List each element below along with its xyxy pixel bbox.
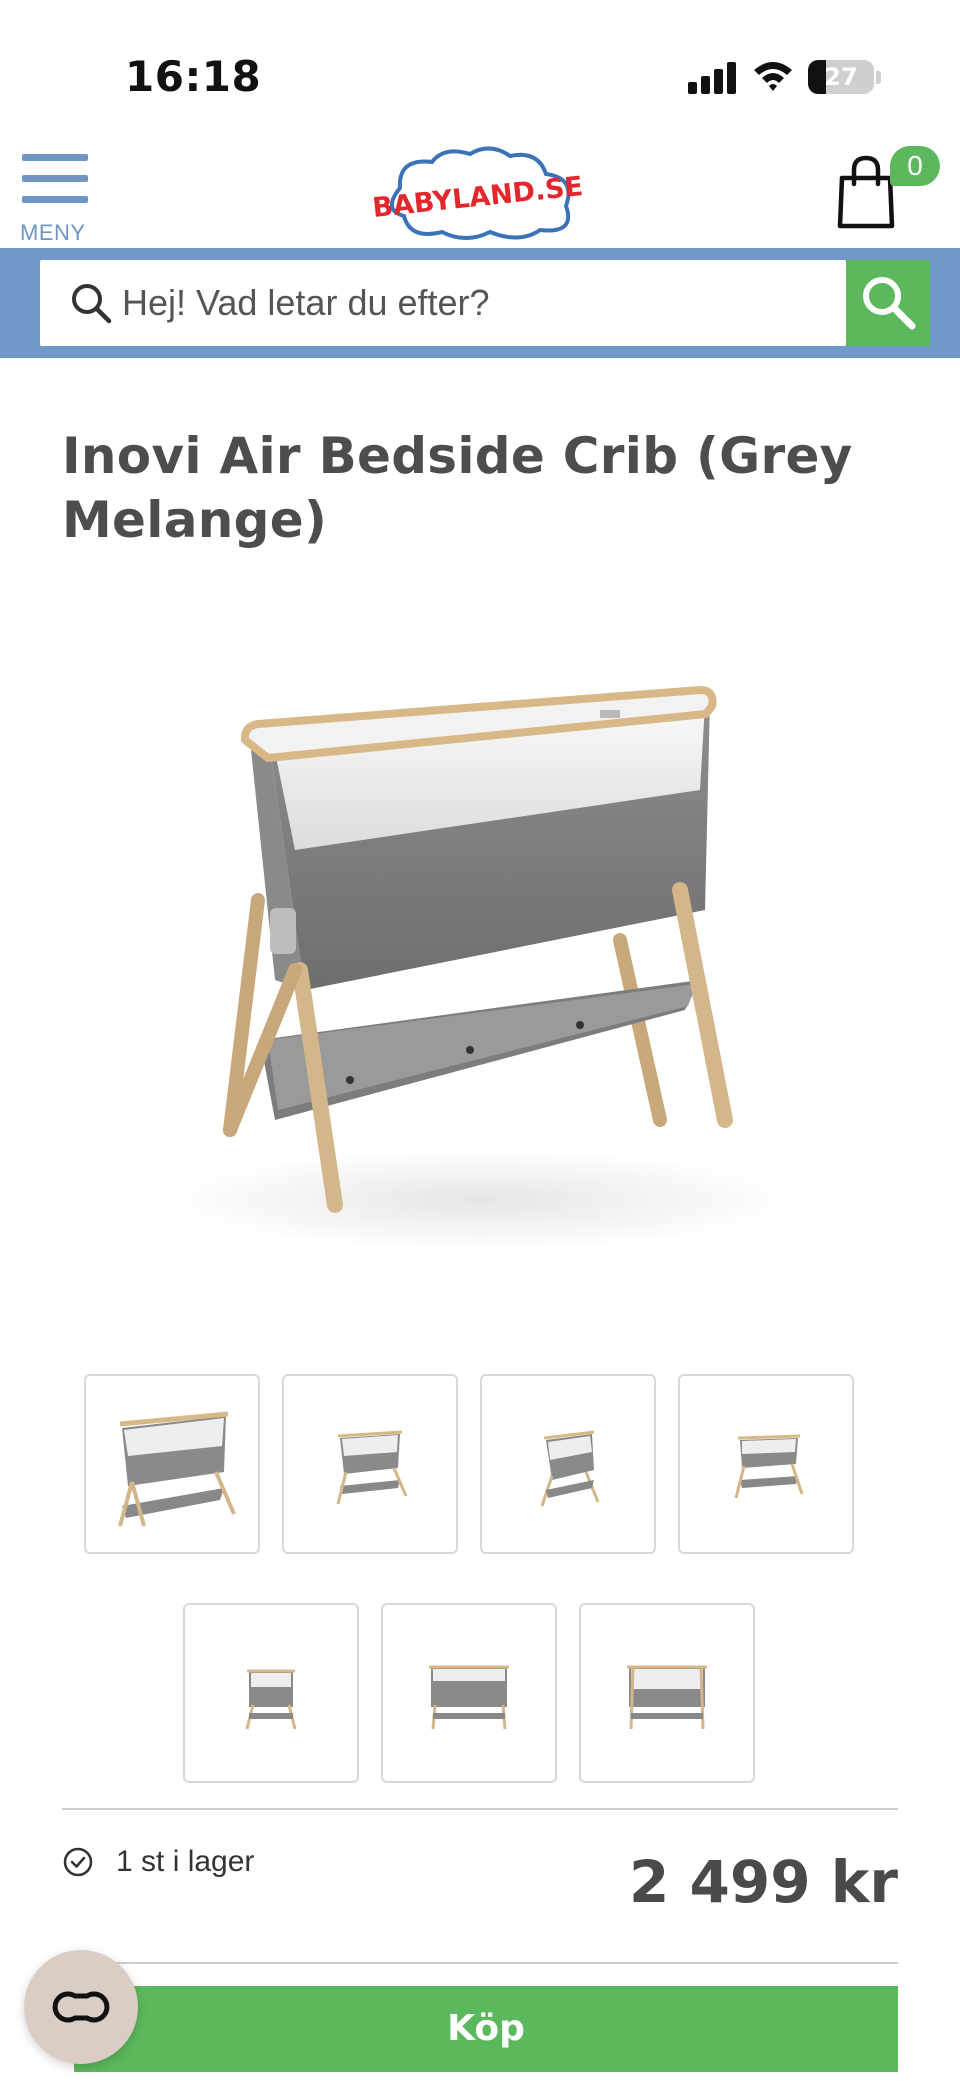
wifi-icon: [754, 62, 792, 91]
site-header: MENY BABYLAND.SE 0: [0, 140, 960, 248]
consent-icon: [52, 1991, 110, 2023]
search-bar: [0, 248, 960, 358]
signal-icon: [688, 62, 736, 94]
search-button[interactable]: [846, 260, 930, 346]
menu-button[interactable]: MENY: [20, 146, 92, 245]
divider: [62, 1808, 898, 1810]
product-title: Inovi Air Bedside Crib (Grey Melange): [62, 427, 853, 549]
product-thumbnail[interactable]: [579, 1603, 755, 1783]
crib-thumbnail-image: [245, 1669, 297, 1730]
stock-text: 1 st i lager: [116, 1845, 255, 1878]
cart-count-badge: 0: [890, 146, 940, 186]
battery-cap: [876, 71, 881, 84]
stock-status: 1 st i lager: [62, 1842, 254, 1882]
product-thumbnail[interactable]: [183, 1603, 359, 1783]
product-thumbnail[interactable]: [480, 1374, 656, 1554]
status-time: 16:18: [125, 52, 262, 101]
cookie-consent-button[interactable]: [24, 1950, 138, 2064]
product-price: 2 499 kr: [629, 1848, 898, 1916]
site-logo[interactable]: BABYLAND.SE: [370, 144, 586, 240]
battery-icon: 27: [808, 60, 874, 94]
search-input[interactable]: [122, 260, 822, 346]
crib-thumbnail-image: [540, 1430, 600, 1507]
search-icon: [863, 277, 916, 330]
check-circle-icon: [63, 1847, 93, 1877]
menu-label: MENY: [20, 220, 86, 245]
shopping-bag-icon: [837, 155, 895, 229]
status-bar: 16:18 27: [0, 0, 960, 140]
search-box: [40, 260, 846, 346]
battery-percentage: 27: [824, 63, 858, 91]
buy-button[interactable]: Köp: [74, 1986, 898, 2072]
crib-thumbnail-image: [429, 1665, 509, 1730]
cart-button[interactable]: 0: [832, 146, 942, 242]
product-thumbnail[interactable]: [678, 1374, 854, 1554]
divider: [62, 1962, 898, 1964]
crib-thumbnail-image: [627, 1665, 707, 1730]
product-thumbnail[interactable]: [381, 1603, 557, 1783]
menu-icon: [22, 154, 88, 161]
crib-thumbnail-image: [336, 1430, 408, 1505]
crib-thumbnail-image: [734, 1434, 804, 1499]
product-thumbnail[interactable]: [282, 1374, 458, 1554]
product-main-image[interactable]: [140, 640, 820, 1280]
search-icon: [72, 284, 112, 324]
product-thumbnail[interactable]: [84, 1374, 260, 1554]
crib-thumbnail-image: [118, 1411, 236, 1527]
